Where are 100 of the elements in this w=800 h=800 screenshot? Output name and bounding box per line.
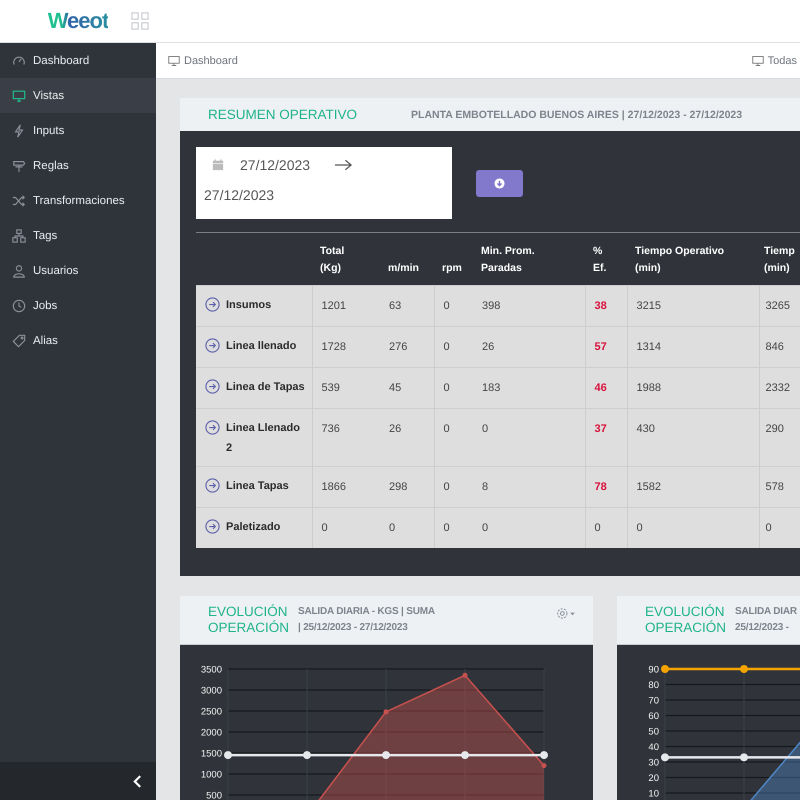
sidebar-item[interactable]: Reglas: [0, 148, 156, 183]
table-cell: 1988: [636, 382, 661, 394]
calendar-icon: [212, 159, 224, 171]
axis-tick-label: 20: [648, 773, 659, 784]
row-label: Linea Llenado 2: [226, 420, 301, 456]
table-cell: 398: [482, 300, 500, 312]
table-cell: 37: [594, 422, 607, 434]
data-point: [462, 672, 468, 678]
data-point: [542, 763, 546, 768]
table-cell: 1201: [322, 300, 346, 312]
data-point: [303, 751, 311, 760]
view-filter-link[interactable]: Todas: [768, 54, 797, 66]
data-point: [384, 709, 388, 714]
table-cell: 276: [389, 340, 408, 352]
data-point: [224, 751, 232, 760]
table-cell: 0: [444, 300, 450, 312]
table-cell: 0: [482, 522, 488, 534]
table-cell: 1582: [636, 480, 661, 492]
table-cell: 1728: [322, 340, 346, 352]
arrow-circle-icon[interactable]: [205, 478, 220, 492]
chart-title: EVOLUCIÓN OPERACIÓN: [208, 604, 290, 636]
start-date: 27/12/2023: [240, 157, 310, 173]
breadcrumb-link[interactable]: Dashboard: [184, 54, 238, 66]
chevron-left-icon[interactable]: [133, 774, 142, 788]
table-cell: 26: [389, 422, 402, 434]
arrow-circle-icon[interactable]: [205, 518, 220, 534]
card-subtitle: PLANTA EMBOTELLADO BUENOS AIRES | 27/12/2023 - 27/12/2023: [411, 108, 742, 120]
table-cell: 8: [482, 480, 488, 492]
end-date: 27/12/2023: [204, 187, 276, 203]
table-cell: 78: [594, 480, 607, 492]
data-point: [382, 751, 390, 760]
table-cell: 578: [766, 480, 784, 492]
axis-tick-label: 60: [648, 711, 659, 722]
arrow-circle-icon[interactable]: [205, 420, 220, 434]
row-label: Linea Tapas: [226, 478, 289, 494]
axis-tick-label: 2500: [200, 706, 222, 718]
column-header: m/min: [380, 233, 434, 285]
axis-tick-label: 500: [206, 790, 222, 800]
sidebar-item[interactable]: Inputs: [0, 113, 156, 148]
table-cell: 0: [389, 522, 396, 534]
sidebar-item[interactable]: Jobs: [0, 288, 156, 323]
monitor-icon: [752, 54, 764, 66]
table-cell: 0: [444, 340, 450, 352]
table-cell: 0: [636, 522, 643, 534]
download-icon: [494, 178, 505, 188]
chart-subtitle: SALIDA DIARIA - KGS | SUMA | 25/12/2023 - 27/12/2023: [298, 605, 435, 635]
sidebar-item[interactable]: Vistas: [0, 78, 156, 113]
axis-tick-label: 1000: [200, 770, 222, 780]
tag-icon: [12, 334, 26, 348]
clock-icon: [12, 298, 26, 312]
axis-tick-label: 50: [648, 726, 659, 738]
table-cell: 3265: [766, 300, 790, 312]
table-cell: 57: [594, 340, 607, 352]
sidebar-item[interactable]: Tags: [0, 218, 156, 253]
data-point: [540, 751, 548, 760]
card-title: RESUMEN OPERATIVO: [208, 107, 358, 122]
arrow-right-icon: [334, 159, 354, 171]
axis-tick-label: 3500: [200, 664, 222, 676]
arrow-circle-icon[interactable]: [205, 296, 220, 312]
download-button[interactable]: [476, 170, 523, 196]
table-cell: 1314: [636, 340, 661, 352]
monitor-icon: [168, 54, 180, 66]
data-point: [461, 751, 469, 760]
axis-tick-label: 1500: [200, 748, 222, 760]
data-point: [740, 753, 748, 762]
table-cell: 1866: [322, 480, 346, 492]
arrow-circle-icon[interactable]: [205, 378, 220, 394]
users-icon: [12, 264, 26, 278]
arrow-circle-icon[interactable]: [205, 338, 220, 352]
data-point: [661, 665, 669, 673]
table-cell: 2332: [766, 382, 790, 394]
column-header: % Ef.: [585, 233, 627, 285]
sidebar-item[interactable]: Dashboard: [0, 43, 156, 78]
table-cell: 0: [594, 522, 601, 534]
sidebar-item[interactable]: Usuarios: [0, 253, 156, 288]
table-cell: 45: [389, 382, 402, 394]
axis-tick-label: 70: [648, 696, 659, 706]
shuffle-icon: [12, 194, 26, 208]
table-cell: 430: [636, 422, 655, 434]
monitor-icon: [12, 88, 26, 102]
chart-title: EVOLUCIÓN OPERACIÓN: [645, 604, 726, 636]
table-cell: 46: [594, 382, 607, 394]
column-header: Tiemp (min): [759, 233, 800, 285]
sidebar-item[interactable]: Transformaciones: [0, 183, 156, 218]
sidebar-item[interactable]: Alias: [0, 323, 156, 358]
column-header: Total (Kg): [312, 233, 380, 285]
axis-tick-label: 90: [648, 664, 659, 676]
date-range-field[interactable]: 27/12/2023 27/12/2023: [196, 147, 452, 219]
table-cell: 183: [482, 382, 500, 394]
table-cell: 3215: [636, 300, 661, 312]
gear-icon[interactable]: [556, 607, 577, 620]
table-cell: 290: [766, 422, 784, 434]
table-cell: 298: [389, 480, 408, 492]
column-header: Tiempo Operativo (min): [627, 233, 759, 285]
table-cell: 0: [322, 522, 328, 534]
table-cell: 0: [444, 480, 450, 492]
table-cell: 0: [482, 422, 488, 434]
row-label: Linea llenado: [226, 338, 296, 354]
row-label: Linea de Tapas: [226, 380, 305, 394]
table-cell: 26: [482, 340, 494, 352]
